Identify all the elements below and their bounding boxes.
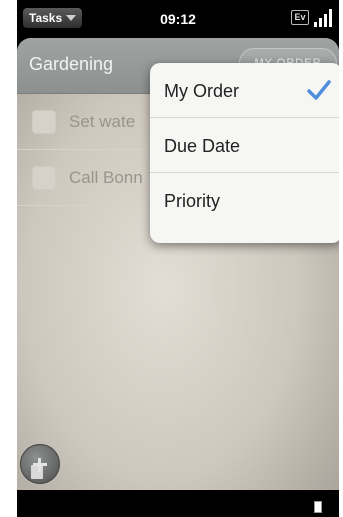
signal-bars-icon <box>314 9 334 27</box>
page-icon <box>314 501 322 513</box>
menu-item-my-order[interactable]: My Order <box>150 63 339 118</box>
status-bar: Tasks 09:12 Ev <box>17 0 339 38</box>
sort-order-menu: My Order Due Date Priority <box>150 63 339 243</box>
menu-item-priority[interactable]: Priority <box>150 173 339 228</box>
add-task-icon <box>31 465 43 479</box>
gesture-area <box>17 490 339 517</box>
ev-network-icon: Ev <box>291 10 309 25</box>
page-title: Gardening <box>29 54 114 74</box>
menu-item-due-date[interactable]: Due Date <box>150 118 339 173</box>
device-screen: Tasks 09:12 Ev Gardening MY ORDER Set wa… <box>17 0 339 517</box>
menu-item-label: My Order <box>164 81 240 101</box>
menu-item-label: Priority <box>164 191 221 211</box>
task-label: Call Bonn <box>69 168 143 187</box>
menu-item-label: Due Date <box>164 136 241 156</box>
checkmark-icon <box>307 80 331 100</box>
task-checkbox[interactable] <box>32 166 56 190</box>
task-checkbox[interactable] <box>32 110 56 134</box>
add-task-button[interactable] <box>20 444 60 484</box>
task-label: Set wate <box>69 112 136 131</box>
